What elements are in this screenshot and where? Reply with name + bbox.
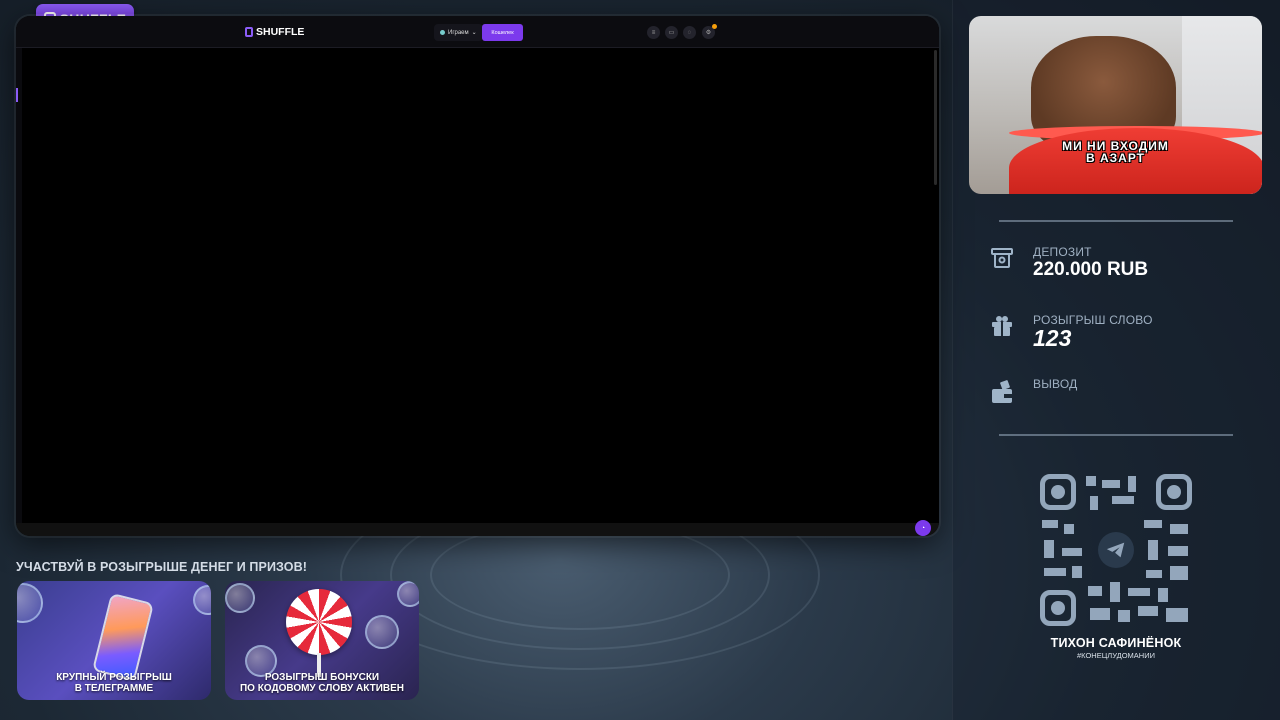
rail-active-marker (16, 88, 18, 102)
qr-module (1128, 588, 1150, 596)
chat-icon[interactable]: ◌ (683, 26, 696, 39)
game-viewport[interactable] (22, 48, 939, 523)
qr-module (1064, 524, 1074, 534)
qr-module (1144, 520, 1162, 528)
streamer-name: ТИХОН САФИНЁНОК (1050, 636, 1182, 650)
qr-finder (1156, 474, 1192, 510)
qr-module (1086, 476, 1096, 486)
caption-line: КРУПНЫЙ РОЗЫГРЫШ (56, 672, 172, 683)
promo-card-telegram: КРУПНЫЙ РОЗЫГРЫШ В ТЕЛЕГРАММЕ (17, 581, 211, 700)
bubble-decoration (365, 615, 399, 649)
menu-icon[interactable]: ≡ (647, 26, 660, 39)
telegram-icon (1098, 532, 1134, 568)
divider (999, 220, 1233, 222)
telegram-qr-code (1040, 474, 1192, 626)
qr-module (1042, 520, 1058, 528)
promo-card-caption: РОЗЫГРЫШ БОНУСКИ ПО КОДОВОМУ СЛОВУ АКТИВ… (240, 672, 404, 694)
qr-module (1072, 566, 1082, 578)
promo-title: УЧАСТВУЙ В РОЗЫГРЫШЕ ДЕНЕГ И ПРИЗОВ! (16, 560, 308, 574)
lollipop-image (286, 589, 352, 655)
deposit-value: 220.000 RUB (1033, 259, 1149, 280)
site-header: SHUFFLE Играем ⌄ Кошелек ≡ ▭ ◌ ⚙ (16, 16, 939, 48)
casino-site-window: SHUFFLE Играем ⌄ Кошелек ≡ ▭ ◌ ⚙ ◔ (16, 16, 939, 536)
bubble-decoration (225, 583, 255, 613)
play-dropdown-button[interactable]: Играем ⌄ (434, 24, 483, 41)
qr-module (1090, 608, 1110, 620)
qr-module (1168, 546, 1188, 556)
qr-module (1170, 566, 1188, 580)
divider (999, 434, 1233, 436)
meme-caption: МИ НИ ВХОДИМ В АЗАРТ (969, 140, 1262, 164)
qr-module (1044, 568, 1066, 576)
caption-line: ПО КОДОВОМУ СЛОВУ АКТИВЕН (239, 683, 405, 694)
qr-module (1170, 524, 1188, 534)
qr-module (1044, 540, 1054, 558)
site-logo-label: SHUFFLE (256, 26, 305, 38)
shuffle-logo-icon (245, 27, 253, 37)
deposit-label: ДЕПОЗИТ (1033, 245, 1092, 259)
smartphone-image (91, 592, 155, 682)
wallet-button[interactable]: Кошелек (482, 24, 523, 41)
qr-module (1148, 540, 1158, 560)
webcam-feed: МИ НИ ВХОДИМ В АЗАРТ (969, 16, 1262, 194)
shop-icon[interactable]: ▭ (665, 26, 678, 39)
qr-module (1110, 582, 1120, 602)
promo-card-caption: КРУПНЫЙ РОЗЫГРЫШ В ТЕЛЕГРАММЕ (56, 672, 172, 694)
wallet-icon (990, 380, 1014, 404)
qr-module (1112, 496, 1134, 504)
qr-finder (1040, 474, 1076, 510)
support-button[interactable]: ◔ (915, 520, 931, 536)
meme-line: В АЗАРТ (1085, 151, 1146, 165)
qr-module (1102, 480, 1120, 488)
chevron-down-icon: ⌄ (471, 30, 477, 36)
settings-icon[interactable]: ⚙ (702, 24, 717, 39)
globe-icon (440, 30, 445, 35)
qr-module (1158, 588, 1168, 602)
qr-module (1146, 570, 1162, 578)
notification-dot (712, 24, 717, 29)
qr-finder (1040, 590, 1076, 626)
giveaway-value: 123 (1033, 325, 1072, 351)
caption-line: РОЗЫГРЫШ БОНУСКИ (264, 672, 380, 683)
site-logo[interactable]: SHUFFLE (245, 26, 304, 38)
qr-module (1118, 610, 1130, 622)
scrollbar[interactable] (934, 50, 937, 185)
promo-card-bonus: РОЗЫГРЫШ БОНУСКИ ПО КОДОВОМУ СЛОВУ АКТИВ… (225, 581, 419, 700)
streamer-hashtag: #КОНЕЦЛУДОМАНИИ (1077, 651, 1155, 660)
withdraw-label: ВЫВОД (1033, 377, 1078, 391)
site-footer-bar (16, 523, 939, 536)
wallet-button-label: Кошелек (491, 29, 514, 36)
atm-icon (990, 246, 1014, 270)
qr-module (1128, 476, 1136, 492)
qr-module (1088, 586, 1102, 596)
play-dropdown-label: Играем (448, 29, 469, 36)
gift-icon (990, 314, 1014, 338)
bubble-decoration (397, 581, 419, 607)
qr-module (1138, 606, 1158, 616)
bubble-decoration (193, 585, 211, 615)
qr-module (1062, 548, 1082, 556)
qr-module (1166, 608, 1188, 622)
qr-module (1090, 496, 1098, 510)
headset-icon: ◔ (920, 524, 926, 532)
caption-line: В ТЕЛЕГРАММЕ (74, 683, 154, 694)
bubble-decoration (17, 583, 43, 623)
